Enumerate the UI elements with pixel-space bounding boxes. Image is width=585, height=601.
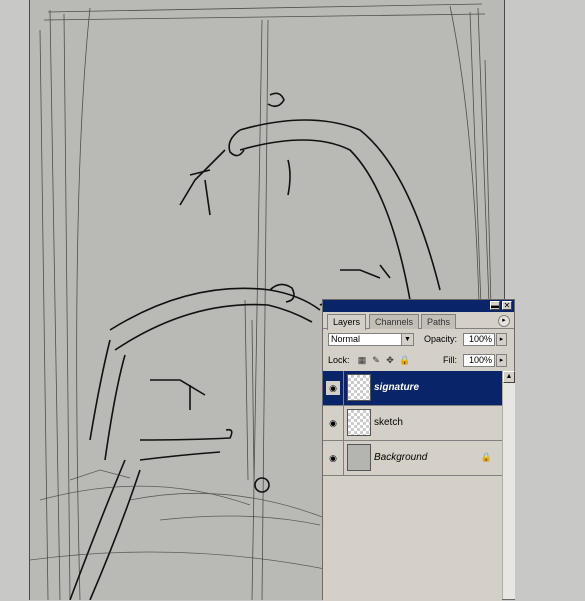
- blend-mode-select[interactable]: Normal ▼: [328, 333, 414, 346]
- palette-titlebar[interactable]: ▬ ✕: [323, 300, 514, 312]
- layer-thumbnail: [347, 374, 371, 401]
- layer-row-sketch[interactable]: ◉ sketch: [323, 406, 502, 441]
- blend-mode-value: Normal: [331, 334, 361, 344]
- tab-paths[interactable]: Paths: [421, 314, 457, 329]
- layers-list: ◉ signature ◉ sketch ◉ Background 🔒: [323, 371, 502, 601]
- layers-scrollbar[interactable]: ▲: [502, 371, 515, 599]
- lock-paint-icon[interactable]: ✎: [371, 355, 381, 365]
- layer-name: sketch: [374, 417, 403, 428]
- scroll-up-icon[interactable]: ▲: [503, 371, 515, 383]
- palette-menu-arrow-icon[interactable]: ▸: [498, 315, 510, 327]
- lock-all-icon[interactable]: 🔒: [399, 355, 410, 365]
- tab-channels[interactable]: Channels: [369, 314, 420, 329]
- fill-label: Fill:: [443, 355, 457, 365]
- opacity-field[interactable]: 100%: [463, 333, 495, 346]
- layer-thumbnail: [347, 444, 371, 471]
- opacity-label: Opacity:: [424, 334, 458, 344]
- visibility-eye-icon[interactable]: ◉: [326, 451, 340, 465]
- lock-move-icon[interactable]: ✥: [385, 355, 395, 365]
- blend-opacity-row: Normal ▼ Opacity: 100% ▸: [323, 333, 514, 347]
- opacity-slider-arrow-icon[interactable]: ▸: [496, 333, 507, 346]
- layers-palette: ▬ ✕ Layers Channels Paths ▸ Normal ▼ Opa…: [322, 299, 515, 601]
- lock-transparency-icon[interactable]: ▦: [357, 355, 367, 365]
- lock-fill-row: Lock: ▦ ✎ ✥ 🔒 Fill: 100% ▸: [323, 354, 514, 368]
- layer-name: signature: [374, 382, 420, 393]
- fill-slider-arrow-icon[interactable]: ▸: [496, 354, 507, 367]
- lock-icon: 🔒: [480, 452, 492, 462]
- lock-label: Lock:: [328, 355, 350, 365]
- tab-layers[interactable]: Layers: [327, 314, 367, 330]
- palette-tabs: Layers Channels Paths ▸: [323, 312, 514, 330]
- layer-thumbnail: [347, 409, 371, 436]
- minimize-icon[interactable]: ▬: [490, 301, 500, 310]
- visibility-eye-icon[interactable]: ◉: [326, 381, 340, 395]
- layer-row-signature[interactable]: ◉ signature: [323, 371, 502, 406]
- fill-field[interactable]: 100%: [463, 354, 495, 367]
- layer-name: Background: [374, 452, 428, 463]
- close-icon[interactable]: ✕: [502, 301, 512, 310]
- layer-row-background[interactable]: ◉ Background 🔒: [323, 441, 502, 476]
- chevron-down-icon: ▼: [401, 334, 413, 345]
- visibility-eye-icon[interactable]: ◉: [326, 416, 340, 430]
